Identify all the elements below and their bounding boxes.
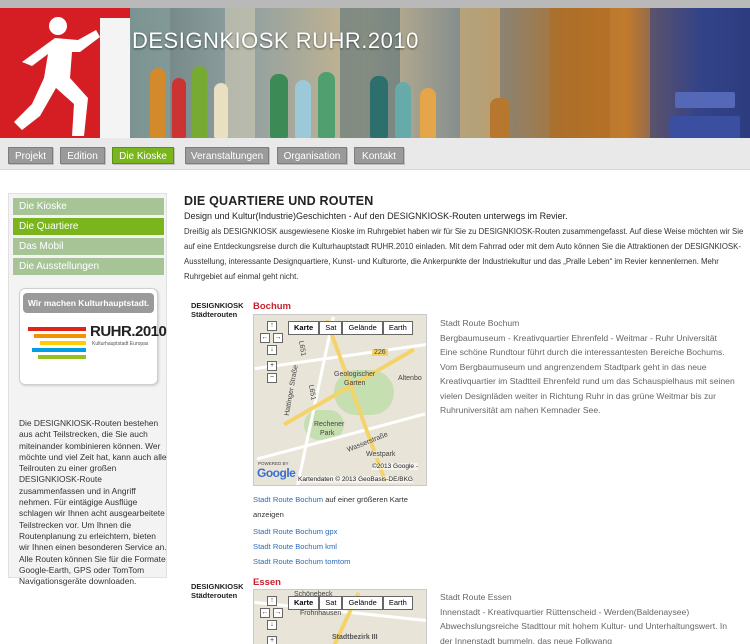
map-type-earth[interactable]: Earth <box>382 596 413 610</box>
map-type-sat[interactable]: Sat <box>319 596 343 610</box>
map-label: Westpark <box>366 451 396 458</box>
sidebar-description: Die DESIGNKIOSK-Routen bestehen aus acht… <box>19 418 167 587</box>
tomtom-download-link[interactable]: Stadt Route Bochum tomtom <box>253 557 351 566</box>
sidebar-item-das-mobil[interactable]: Das Mobil <box>13 238 164 255</box>
route-larger-map-line: Stadt Route Bochum auf einer größeren Ka… <box>253 492 423 522</box>
pan-down-icon[interactable]: ↓ <box>267 620 277 630</box>
route-map-bochum[interactable]: 226 Geologischer Garten Altenbo Rechener… <box>253 314 427 486</box>
map-type-gelaende[interactable]: Gelände <box>342 321 383 335</box>
pan-up-icon[interactable]: ↑ <box>267 596 277 606</box>
nav-tab-edition[interactable]: Edition <box>60 147 105 164</box>
route-label-line2: Städterouten <box>191 310 238 319</box>
map-label: L651 <box>296 340 307 357</box>
pan-up-icon[interactable]: ↑ <box>267 321 277 331</box>
sidebar-item-die-ausstellungen[interactable]: Die Ausstellungen <box>13 258 164 275</box>
route-description-stops: Innenstadt - Kreativquartier Rüttenschei… <box>440 606 690 617</box>
map-label: Stadtbezirk III <box>332 634 378 641</box>
map-type-sat[interactable]: Sat <box>319 321 343 335</box>
ruhr2010-stripes-icon <box>28 327 86 359</box>
google-logo[interactable]: Google <box>257 466 296 480</box>
page-subtitle: Design und Kultur(Industrie)Geschichten … <box>184 211 568 221</box>
pan-down-icon[interactable]: ↓ <box>267 345 277 355</box>
zoom-out-icon[interactable]: − <box>267 373 277 383</box>
map-type-karte[interactable]: Karte <box>288 321 320 335</box>
map-type-selector: Karte Sat Gelände Earth <box>288 321 413 335</box>
map-copyright: ©2013 Google - <box>372 463 418 470</box>
route-description-text: Abwechslungsreiche Stadttour mit hohem K… <box>440 621 728 644</box>
header-banner: DESIGNKIOSK RUHR.2010 <box>0 8 750 138</box>
route-label: DESIGNKIOSK Städterouten <box>191 301 244 319</box>
nav-tab-veranstaltungen[interactable]: Veranstaltungen <box>185 147 269 164</box>
map-label: Frohnhausen <box>300 610 342 617</box>
site-title[interactable]: DESIGNKIOSK RUHR.2010 <box>132 28 419 54</box>
page-title: DIE QUARTIERE UND ROUTEN <box>184 194 374 208</box>
badge-logo-subtext: Kulturhauptstadt Europas <box>92 341 149 347</box>
intro-text: Dreißig als DESIGNKIOSK ausgewiesene Kio… <box>184 227 744 281</box>
map-label: Geologischer <box>334 371 376 378</box>
nav-tab-die-kioske[interactable]: Die Kioske <box>112 147 174 164</box>
nav-tab-projekt[interactable]: Projekt <box>8 147 53 164</box>
zoom-in-icon[interactable]: + <box>267 361 277 371</box>
route-label-line2: Städterouten <box>191 591 238 600</box>
zoom-in-icon[interactable]: + <box>267 636 277 644</box>
route-city-title: Essen <box>253 577 281 588</box>
route-description-stops: Bergbaumuseum - Kreativquartier Ehrenfel… <box>440 332 717 343</box>
runner-logo-icon <box>14 17 130 138</box>
larger-map-link[interactable]: Stadt Route Bochum <box>253 495 323 504</box>
kml-download-link[interactable]: Stadt Route Bochum kml <box>253 542 337 551</box>
badge-logo-text: RUHR.2010 <box>90 323 167 340</box>
sidebar-item-die-quartiere[interactable]: Die Quartiere <box>13 218 164 235</box>
route-links-bochum: Stadt Route Bochum auf einer größeren Ka… <box>253 492 423 569</box>
logo[interactable] <box>0 8 130 138</box>
route-description-text: Eine schöne Rundtour führt durch die int… <box>440 347 735 415</box>
route-description-title: Stadt Route Bochum <box>440 318 520 328</box>
map-type-selector: Karte Sat Gelände Earth <box>288 596 413 610</box>
page: DESIGNKIOSK RUHR.2010 Projekt Edition Di… <box>0 0 750 644</box>
map-label: Hattinger Straße <box>283 364 300 417</box>
pan-right-icon[interactable]: → <box>273 333 283 343</box>
map-type-earth[interactable]: Earth <box>382 321 413 335</box>
map-type-gelaende[interactable]: Gelände <box>342 596 383 610</box>
map-label: Park <box>320 430 335 437</box>
nav-tab-kontakt[interactable]: Kontakt <box>354 147 404 164</box>
route-description-essen: Stadt Route Essen Innenstadt - Kreativqu… <box>440 590 740 644</box>
pan-left-icon[interactable]: ← <box>260 608 270 618</box>
nav-tab-organisation[interactable]: Organisation <box>277 147 347 164</box>
map-copyright-data: Kartendaten © 2013 GeoBasis-DE/BKG <box>298 476 413 483</box>
route-map-essen[interactable]: Schönebeck Frohnhausen Stadtbezirk III K… <box>253 589 427 644</box>
route-label-line1: DESIGNKIOSK <box>191 582 244 591</box>
gpx-download-link[interactable]: Stadt Route Bochum gpx <box>253 527 337 536</box>
map-type-karte[interactable]: Karte <box>288 596 320 610</box>
top-bar <box>0 0 750 8</box>
map-label: Altenbo <box>398 375 422 382</box>
pan-right-icon[interactable]: → <box>273 608 283 618</box>
pan-left-icon[interactable]: ← <box>260 333 270 343</box>
route-city-title: Bochum <box>253 301 291 312</box>
sidebar-item-die-kioske[interactable]: Die Kioske <box>13 198 164 215</box>
main-navigation: Projekt Edition Die Kioske Veranstaltung… <box>0 138 750 170</box>
route-description-title: Stadt Route Essen <box>440 592 512 602</box>
route-description-bochum: Stadt Route Bochum Bergbaumuseum - Kreat… <box>440 316 740 418</box>
map-label: 226 <box>372 349 388 356</box>
route-label-line1: DESIGNKIOSK <box>191 301 244 310</box>
kulturhauptstadt-badge[interactable]: Wir machen Kulturhauptstadt. RUHR.2010 K… <box>19 288 167 385</box>
route-label: DESIGNKIOSK Städterouten <box>191 582 244 600</box>
map-label: Rechener <box>314 421 345 428</box>
map-label: L651 <box>306 384 317 401</box>
sidebar: Die Kioske Die Quartiere Das Mobil Die A… <box>8 193 167 586</box>
badge-headline: Wir machen Kulturhauptstadt. <box>23 293 154 313</box>
map-label: Garten <box>344 380 366 387</box>
